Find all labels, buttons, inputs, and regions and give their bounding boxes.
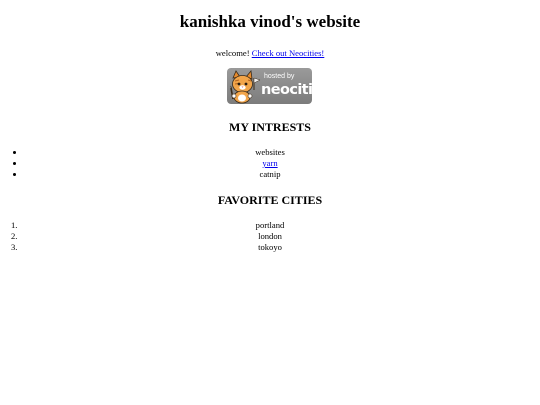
city-tokoyo: tokoyo xyxy=(258,242,282,252)
interests-list: websites yarn catnip xyxy=(0,147,540,180)
badge-hosted-text: hosted by xyxy=(264,73,295,80)
bullet-icon xyxy=(13,173,16,176)
list-item: 1. portland xyxy=(0,220,540,231)
list-item: yarn xyxy=(0,158,540,169)
hosted-by-neocities-badge[interactable]: hosted by neocities xyxy=(227,68,312,104)
interests-heading: MY INTRESTS xyxy=(229,120,311,134)
neocities-link[interactable]: Check out Neocities! xyxy=(252,48,325,58)
cities-heading: FAVORITE CITIES xyxy=(217,193,323,207)
city-portland: portland xyxy=(255,220,285,230)
welcome-line: welcome! Check out Neocities! xyxy=(0,47,540,59)
welcome-text: welcome! xyxy=(215,48,250,58)
list-number: 3. xyxy=(11,242,18,252)
list-number: 2. xyxy=(11,231,18,241)
cities-list: 1. portland 2. london 3. tokoyo xyxy=(0,220,540,253)
city-london: london xyxy=(258,231,282,241)
page-title: kanishka vinod's website xyxy=(179,12,361,31)
list-item: websites xyxy=(0,147,540,158)
interest-yarn-link[interactable]: yarn xyxy=(262,158,277,168)
list-number: 1. xyxy=(11,220,18,230)
list-item: 2. london xyxy=(0,231,540,242)
bullet-icon xyxy=(13,151,16,154)
interest-websites: websites xyxy=(255,147,285,157)
bullet-icon xyxy=(13,162,16,165)
list-item: catnip xyxy=(0,169,540,180)
badge-brand-text: neocities xyxy=(261,82,312,98)
neocities-cat-icon xyxy=(230,70,261,104)
list-item: 3. tokoyo xyxy=(0,242,540,253)
page: kanishka vinod's website welcome! Check … xyxy=(0,0,540,405)
interest-catnip: catnip xyxy=(259,169,281,179)
